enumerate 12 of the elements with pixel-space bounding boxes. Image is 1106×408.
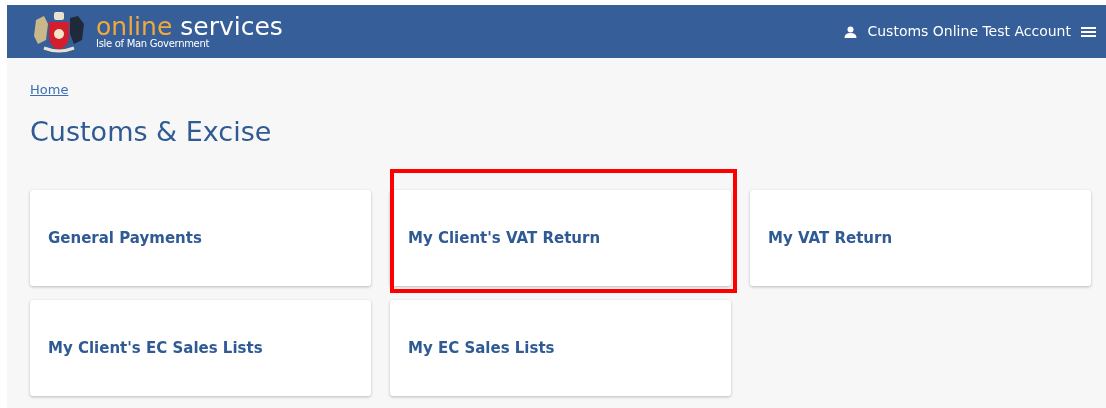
menu-icon[interactable] bbox=[1081, 25, 1096, 38]
service-card[interactable]: My EC Sales Lists bbox=[390, 300, 731, 396]
breadcrumb-link[interactable]: Home bbox=[30, 80, 69, 100]
logo-subtitle: Isle of Man Government bbox=[96, 38, 211, 49]
service-card[interactable]: My Client's EC Sales Lists bbox=[30, 300, 371, 396]
account-name[interactable]: Customs Online Test Account bbox=[867, 21, 1071, 42]
logo-title: services bbox=[180, 14, 283, 39]
service-card[interactable]: General Payments bbox=[30, 190, 371, 286]
service-card[interactable]: My VAT Return bbox=[750, 190, 1091, 286]
page-title: Customs & Excise bbox=[30, 115, 273, 149]
logo-title: online bbox=[96, 14, 173, 39]
user-icon bbox=[844, 25, 858, 38]
